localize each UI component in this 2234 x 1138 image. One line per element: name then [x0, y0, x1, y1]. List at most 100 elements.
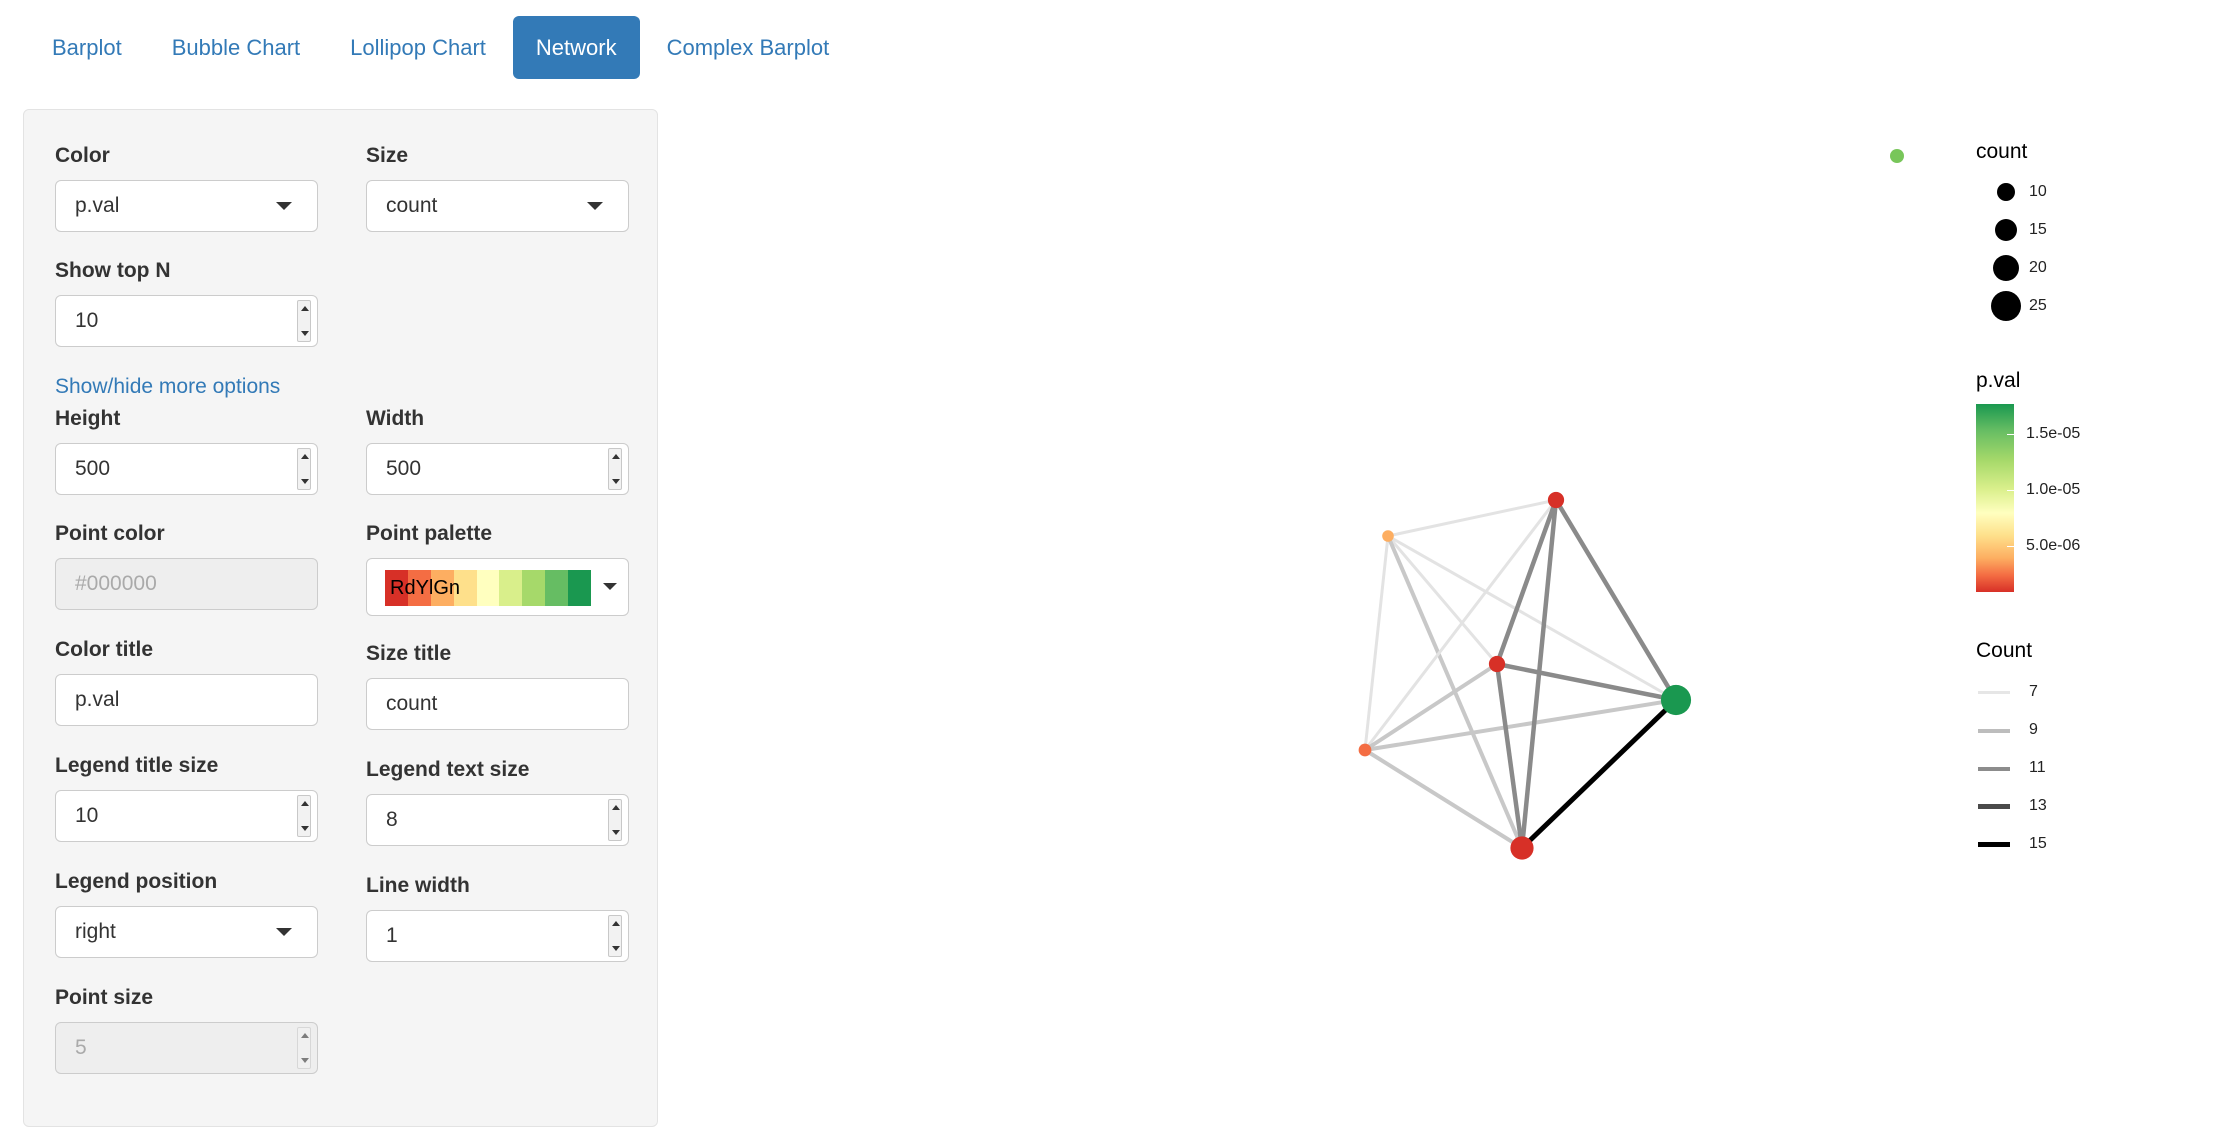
show-top-n-label: Show top N: [55, 259, 171, 282]
color-legend-gradient-bar: [1976, 404, 2014, 592]
legend-title-size-value: 10: [75, 804, 99, 827]
size-select-value: count: [386, 194, 438, 217]
color-legend-label: 1.0e-05: [2026, 481, 2081, 498]
number-spinner-icon[interactable]: [297, 300, 311, 342]
legend-area: count 10 15 20 25 p.val 1.5e-05 1.0e-05 …: [1890, 140, 2090, 860]
width-value: 500: [386, 457, 422, 480]
point-palette-select[interactable]: RdYlGn: [366, 558, 629, 616]
tab-bubble-chart[interactable]: Bubble Chart: [149, 16, 323, 79]
color-legend-tick: [2007, 546, 2014, 547]
palette-swatch: [522, 570, 546, 606]
color-select-value: p.val: [75, 194, 120, 217]
tab-complex-barplot[interactable]: Complex Barplot: [644, 16, 853, 79]
edge-legend-line: [1978, 804, 2010, 809]
point-size-value: 5: [75, 1036, 87, 1059]
color-legend-label: 5.0e-06: [2026, 537, 2081, 554]
legend-text-size-input[interactable]: 8: [366, 794, 629, 846]
edge-legend-label: 15: [2029, 835, 2047, 852]
point-palette-value: RdYlGn: [390, 577, 461, 599]
edge-legend-line: [1978, 729, 2010, 733]
legend-position-label: Legend position: [55, 870, 218, 893]
point-palette-label: Point palette: [366, 522, 493, 545]
line-width-input[interactable]: 1: [366, 910, 629, 962]
height-label: Height: [55, 407, 121, 430]
show-hide-options-link[interactable]: Show/hide more options: [55, 375, 280, 399]
point-color-placeholder: #000000: [75, 572, 157, 595]
tab-network[interactable]: Network: [512, 16, 640, 79]
color-legend-label: 1.5e-05: [2026, 425, 2081, 442]
number-spinner-icon[interactable]: [297, 448, 311, 490]
edge-legend-label: 7: [2029, 683, 2038, 700]
number-spinner-icon[interactable]: [608, 448, 622, 490]
edge-legend-line: [1978, 842, 2010, 847]
legend-key-dot-icon: [1890, 149, 1904, 163]
legend-title-size-label: Legend title size: [55, 754, 219, 777]
edge-legend-line: [1978, 767, 2010, 771]
size-legend-label: 10: [2029, 183, 2047, 200]
number-spinner-icon[interactable]: [608, 915, 622, 957]
size-legend-dot: [1995, 219, 2017, 241]
legend-title-size-input[interactable]: 10: [55, 790, 318, 842]
point-size-label: Point size: [55, 986, 154, 1009]
size-title-input[interactable]: count: [366, 678, 629, 730]
edge-legend-label: 9: [2029, 721, 2038, 738]
chevron-down-icon: [587, 202, 603, 210]
size-label: Size: [366, 144, 409, 167]
height-value: 500: [75, 457, 111, 480]
legend-text-size-value: 8: [386, 808, 398, 831]
palette-swatch: [476, 570, 500, 606]
palette-swatch: [568, 570, 592, 606]
number-spinner-icon[interactable]: [297, 795, 311, 837]
size-legend-label: 20: [2029, 259, 2047, 276]
legend-position-value: right: [75, 920, 116, 943]
network-edge: [1496, 661, 1677, 703]
point-size-input: 5: [55, 1022, 318, 1074]
palette-swatch: [545, 570, 569, 606]
height-input[interactable]: 500: [55, 443, 318, 495]
color-title-input[interactable]: p.val: [55, 674, 318, 726]
network-edge: [1363, 748, 1524, 850]
chevron-down-icon: [276, 202, 292, 210]
size-legend-dot: [1993, 255, 2019, 281]
point-color-input: #000000: [55, 558, 318, 610]
edge-legend-line: [1978, 691, 2010, 694]
tab-barplot[interactable]: Barplot: [29, 16, 145, 79]
edge-legend-label: 13: [2029, 797, 2047, 814]
tab-lollipop-chart[interactable]: Lollipop Chart: [327, 16, 509, 79]
point-color-label: Point color: [55, 522, 165, 545]
line-width-label: Line width: [366, 874, 470, 897]
network-node: [1382, 530, 1394, 542]
network-plot: [1358, 491, 1692, 860]
size-title-label: Size title: [366, 642, 452, 665]
size-legend-dot: [1997, 183, 2015, 201]
number-spinner-icon[interactable]: [608, 799, 622, 841]
network-edge: [1363, 662, 1499, 752]
color-legend-tick: [2007, 490, 2014, 491]
color-select[interactable]: p.val: [55, 180, 318, 232]
network-node: [1488, 655, 1506, 673]
color-title-value: p.val: [75, 688, 120, 711]
network-node: [1358, 743, 1372, 757]
legend-position-select[interactable]: right: [55, 906, 318, 958]
chevron-down-icon: [603, 583, 617, 590]
show-top-n-value: 10: [75, 309, 99, 332]
line-width-value: 1: [386, 924, 398, 947]
tab-bar: Barplot Bubble Chart Lollipop Chart Netw…: [29, 16, 856, 79]
show-top-n-input[interactable]: 10: [55, 295, 318, 347]
color-legend-tick: [2007, 434, 2014, 435]
palette-swatch: [499, 570, 523, 606]
color-label: Color: [55, 144, 110, 167]
network-node: [1547, 491, 1565, 509]
width-label: Width: [366, 407, 425, 430]
size-legend-label: 15: [2029, 221, 2047, 238]
options-panel: Color p.val Size count Show top N 10 Sho…: [23, 109, 658, 1127]
color-title-label: Color title: [55, 638, 153, 661]
width-input[interactable]: 500: [366, 443, 629, 495]
network-node: [1510, 836, 1534, 860]
size-title-value: count: [386, 692, 438, 715]
size-select[interactable]: count: [366, 180, 629, 232]
network-edge: [1554, 498, 1678, 702]
legend-text-size-label: Legend text size: [366, 758, 530, 781]
size-legend-label: 25: [2029, 297, 2047, 314]
color-legend-title: p.val: [1976, 369, 2021, 392]
